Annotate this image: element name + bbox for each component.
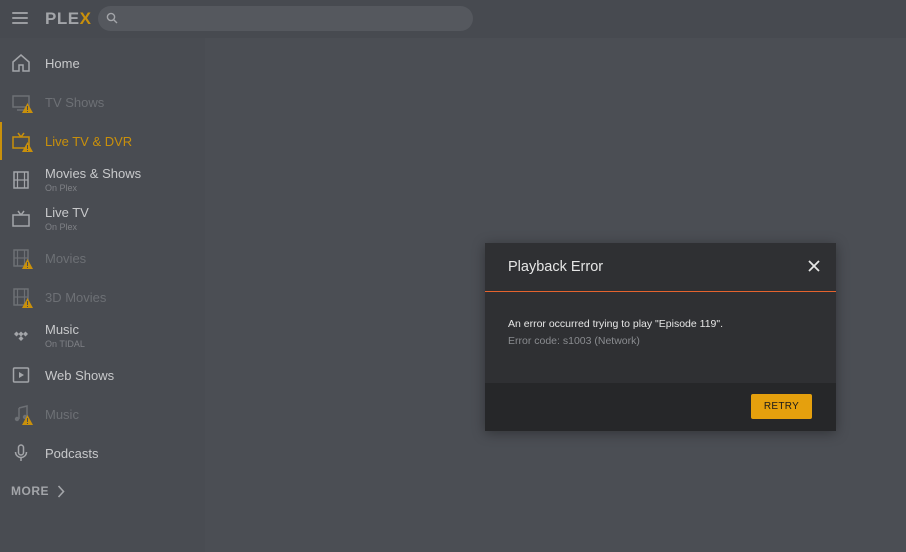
sidebar-item-music-tidal[interactable]: Music On TIDAL <box>0 317 205 355</box>
microphone-icon <box>11 443 31 463</box>
sidebar-item-music[interactable]: Music <box>0 395 205 433</box>
warning-icon <box>22 103 33 113</box>
sidebar-item-label: TV Shows <box>45 95 105 110</box>
sidebar-item-tv-shows[interactable]: TV Shows <box>0 83 205 121</box>
hamburger-menu-icon[interactable] <box>12 12 28 26</box>
plex-logo[interactable]: PLEX <box>45 9 91 29</box>
warning-icon <box>22 415 33 425</box>
close-icon[interactable] <box>808 260 820 272</box>
dialog-header: Playback Error <box>485 243 836 292</box>
error-code: Error code: s1003 (Network) <box>508 335 640 347</box>
sidebar-item-sublabel: On TIDAL <box>45 339 85 349</box>
tidal-icon <box>11 326 31 346</box>
sidebar-item-label: Movies <box>45 251 87 266</box>
sidebar-item-label: Live TV <box>45 205 89 220</box>
top-bar: PLEX <box>0 0 906 38</box>
sidebar-item-sublabel: On Plex <box>45 183 78 193</box>
search-input[interactable] <box>98 6 473 31</box>
sidebar-item-label: Web Shows <box>45 368 115 383</box>
play-icon <box>11 365 31 385</box>
sidebar-item-home[interactable]: Home <box>0 44 205 82</box>
more-label: MORE <box>11 484 49 498</box>
sidebar-item-podcasts[interactable]: Podcasts <box>0 434 205 472</box>
sidebar-item-web-shows[interactable]: Web Shows <box>0 356 205 394</box>
sidebar-item-label: 3D Movies <box>45 290 107 305</box>
playback-error-dialog: Playback Error An error occurred trying … <box>485 243 836 431</box>
warning-icon <box>22 298 33 308</box>
more-button[interactable]: MORE <box>11 484 65 498</box>
sidebar-item-live-tv-dvr[interactable]: Live TV & DVR <box>0 122 205 160</box>
chevron-right-icon <box>57 485 65 498</box>
sidebar-item-label: Music <box>45 407 79 422</box>
sidebar-item-label: Live TV & DVR <box>45 134 133 149</box>
film-icon <box>11 170 31 190</box>
home-icon <box>11 53 31 73</box>
warning-icon <box>22 142 33 152</box>
sidebar-item-label: Home <box>45 56 80 71</box>
sidebar-item-3d-movies[interactable]: 3D Movies <box>0 278 205 316</box>
sidebar-item-sublabel: On Plex <box>45 222 78 232</box>
tv-icon <box>11 209 31 229</box>
dialog-title: Playback Error <box>508 259 604 275</box>
sidebar-item-label: Movies & Shows <box>45 166 142 181</box>
sidebar-item-live-tv[interactable]: Live TV On Plex <box>0 200 205 238</box>
sidebar-item-label: Podcasts <box>45 446 99 461</box>
search-icon <box>106 12 118 24</box>
sidebar-item-label: Music <box>45 322 79 337</box>
error-message: An error occurred trying to play "Episod… <box>508 318 724 330</box>
warning-icon <box>22 259 33 269</box>
sidebar-item-movies[interactable]: Movies <box>0 239 205 277</box>
sidebar: Home TV Shows Live TV & DVR Movies & Sho… <box>0 38 205 552</box>
sidebar-item-movies-shows[interactable]: Movies & Shows On Plex <box>0 161 205 199</box>
dialog-body: An error occurred trying to play "Episod… <box>485 293 836 383</box>
dialog-footer: RETRY <box>485 383 836 431</box>
retry-button[interactable]: RETRY <box>751 394 812 419</box>
